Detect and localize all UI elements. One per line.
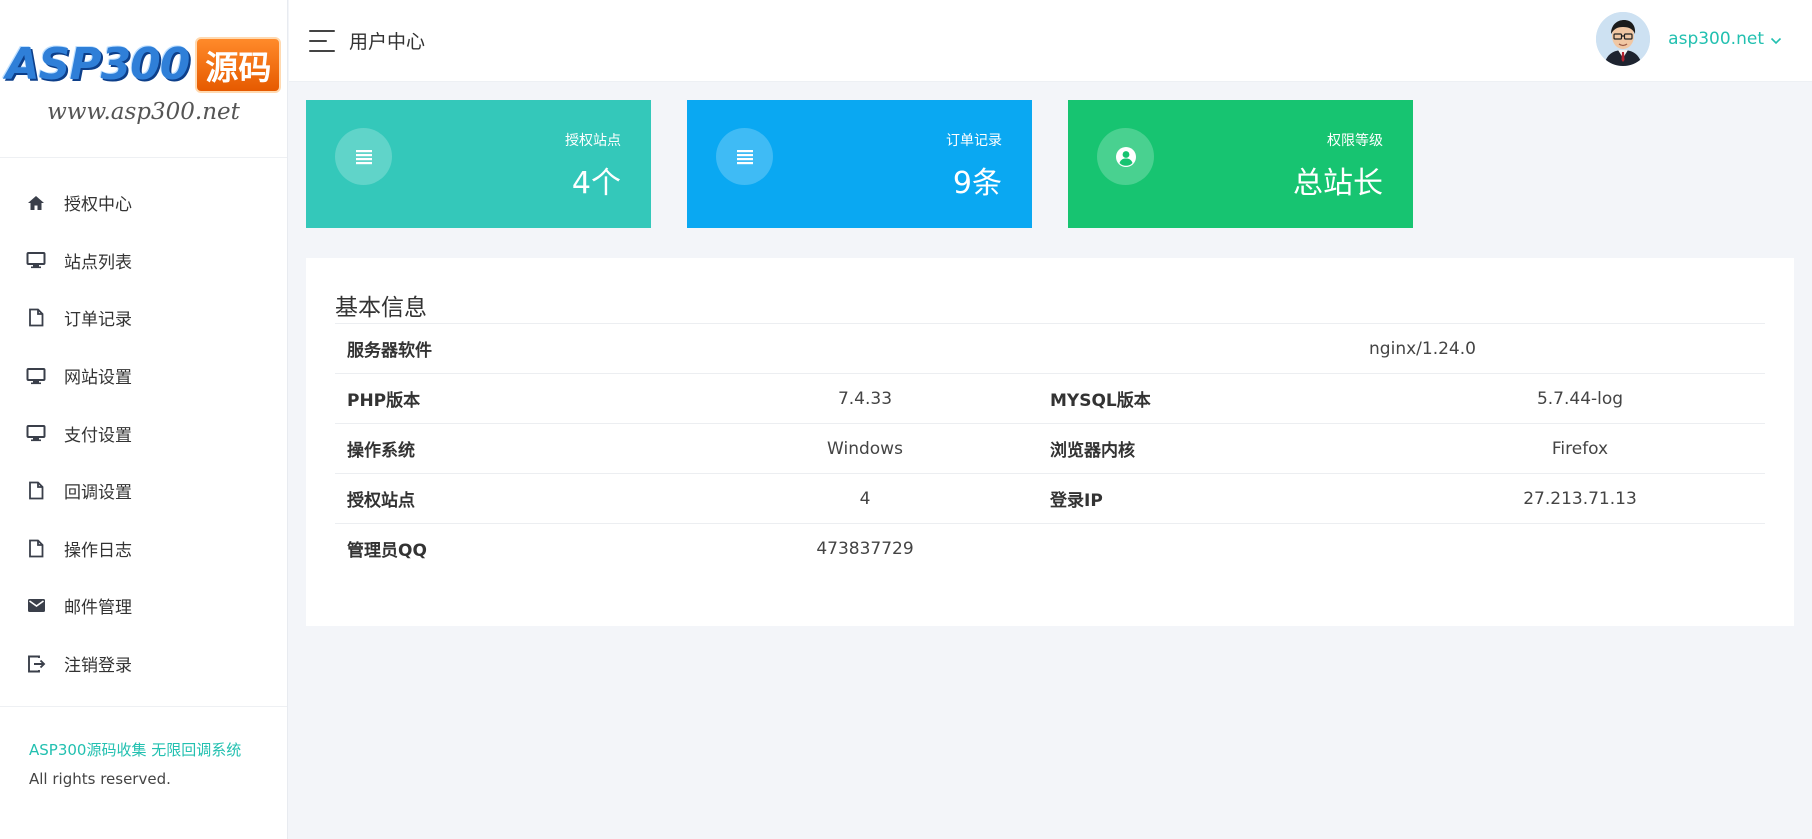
username[interactable]: asp300.net — [1668, 29, 1764, 49]
page-title: 用户中心 — [349, 31, 426, 53]
info-value: 473837729 — [816, 538, 914, 559]
sidebar-item-callback-settings[interactable]: 回调设置 — [0, 462, 287, 520]
info-value: Windows — [827, 438, 903, 459]
sidebar-item-logout[interactable]: 注销登录 — [0, 635, 287, 693]
logo-url: www.asp300.net — [47, 98, 240, 125]
monitor-icon — [26, 250, 46, 270]
table-row: 授权站点 4 登录IP 27.213.71.13 — [335, 473, 1765, 524]
logout-icon — [26, 654, 46, 674]
list-icon — [716, 128, 773, 185]
stat-card-label: 订单记录 — [946, 133, 1002, 149]
info-value: Firefox — [1551, 438, 1609, 459]
sidebar-item-mail-management[interactable]: 邮件管理 — [0, 577, 287, 635]
sidebar-footer: ASP300源码收集 无限回调系统 All rights reserved. — [0, 706, 287, 788]
list-icon — [335, 128, 392, 185]
info-key: 服务器软件 — [347, 341, 432, 361]
stat-card-value: 9条 — [952, 166, 1002, 201]
stat-card-permission-level[interactable]: 权限等级 总站长 — [1068, 100, 1413, 228]
sidebar-item-label: 回调设置 — [64, 483, 132, 504]
monitor-icon — [26, 423, 46, 443]
sidebar-item-operation-log[interactable]: 操作日志 — [0, 520, 287, 578]
table-row: 管理员QQ 473837729 — [335, 523, 1765, 574]
stat-card-order-records[interactable]: 订单记录 9条 — [687, 100, 1032, 228]
sidebar-item-label: 注销登录 — [64, 656, 132, 677]
table-row: 操作系统 Windows 浏览器内核 Firefox — [335, 423, 1765, 474]
info-key: 操作系统 — [347, 441, 415, 461]
sidebar: ASP300 源码 www.asp300.net 授权中心 站点列表 订单记录 — [0, 0, 288, 839]
info-value: 5.7.44-log — [1536, 388, 1624, 409]
top-header: 用户中心 asp300.net — [289, 0, 1812, 82]
stat-card-label: 授权站点 — [565, 133, 621, 149]
chevron-down-icon[interactable] — [1770, 30, 1782, 49]
info-value: nginx/1.24.0 — [1369, 338, 1476, 359]
stat-card-authorized-sites[interactable]: 授权站点 4个 — [306, 100, 651, 228]
sidebar-item-label: 站点列表 — [64, 252, 132, 273]
logo-tag: 源码 — [195, 36, 282, 93]
stat-cards: 授权站点 4个 订单记录 9条 权限等级 总站长 — [306, 100, 1413, 228]
table-row: PHP版本 7.4.33 MYSQL版本 5.7.44-log — [335, 373, 1765, 424]
stat-card-value: 4个 — [571, 166, 621, 201]
sidebar-item-label: 操作日志 — [64, 540, 132, 561]
logo[interactable]: ASP300 源码 www.asp300.net — [0, 0, 287, 158]
user-circle-icon — [1097, 128, 1154, 185]
sidebar-item-site-list[interactable]: 站点列表 — [0, 232, 287, 290]
mail-icon — [26, 596, 46, 616]
stat-card-value: 总站长 — [1293, 166, 1383, 201]
basic-info-panel: 基本信息 服务器软件 nginx/1.24.0 PHP版本 7.4.33 MYS… — [306, 258, 1794, 626]
sidebar-item-label: 授权中心 — [64, 195, 132, 216]
user-menu[interactable]: asp300.net — [1596, 12, 1782, 66]
menu-toggle-icon[interactable] — [309, 29, 335, 52]
home-icon — [26, 193, 46, 213]
avatar[interactable] — [1596, 12, 1651, 66]
info-key: 浏览器内核 — [1050, 441, 1135, 461]
stat-card-label: 权限等级 — [1327, 133, 1383, 149]
footer-brand-link[interactable]: ASP300源码收集 无限回调系统 — [29, 739, 287, 760]
sidebar-item-label: 支付设置 — [64, 425, 132, 446]
sidebar-item-order-records[interactable]: 订单记录 — [0, 289, 287, 347]
sidebar-item-auth-center[interactable]: 授权中心 — [0, 174, 287, 232]
info-key: 授权站点 — [347, 491, 415, 511]
footer-rights: All rights reserved. — [29, 770, 171, 788]
info-value: 7.4.33 — [837, 388, 893, 409]
file-icon — [26, 538, 46, 558]
sidebar-item-label: 邮件管理 — [64, 598, 132, 619]
monitor-icon — [26, 366, 46, 386]
info-value: 4 — [859, 488, 871, 509]
sidebar-item-site-settings[interactable]: 网站设置 — [0, 347, 287, 405]
file-icon — [26, 481, 46, 501]
sidebar-item-label: 订单记录 — [64, 310, 132, 331]
info-key: MYSQL版本 — [1050, 391, 1151, 411]
logo-wordmark: ASP300 — [5, 39, 191, 90]
sidebar-item-payment-settings[interactable]: 支付设置 — [0, 404, 287, 462]
info-value: 27.213.71.13 — [1523, 488, 1637, 509]
sidebar-item-label: 网站设置 — [64, 368, 132, 389]
panel-title: 基本信息 — [335, 295, 427, 321]
info-key: 管理员QQ — [347, 541, 427, 562]
sidebar-nav: 授权中心 站点列表 订单记录 网站设置 支付设置 回调设置 操作日志 邮件管理 … — [0, 158, 287, 692]
table-row: 服务器软件 nginx/1.24.0 — [335, 323, 1765, 374]
basic-info-table: 服务器软件 nginx/1.24.0 PHP版本 7.4.33 MYSQL版本 … — [335, 323, 1765, 574]
file-icon — [26, 308, 46, 328]
info-key: 登录IP — [1050, 491, 1103, 511]
info-key: PHP版本 — [347, 391, 421, 411]
